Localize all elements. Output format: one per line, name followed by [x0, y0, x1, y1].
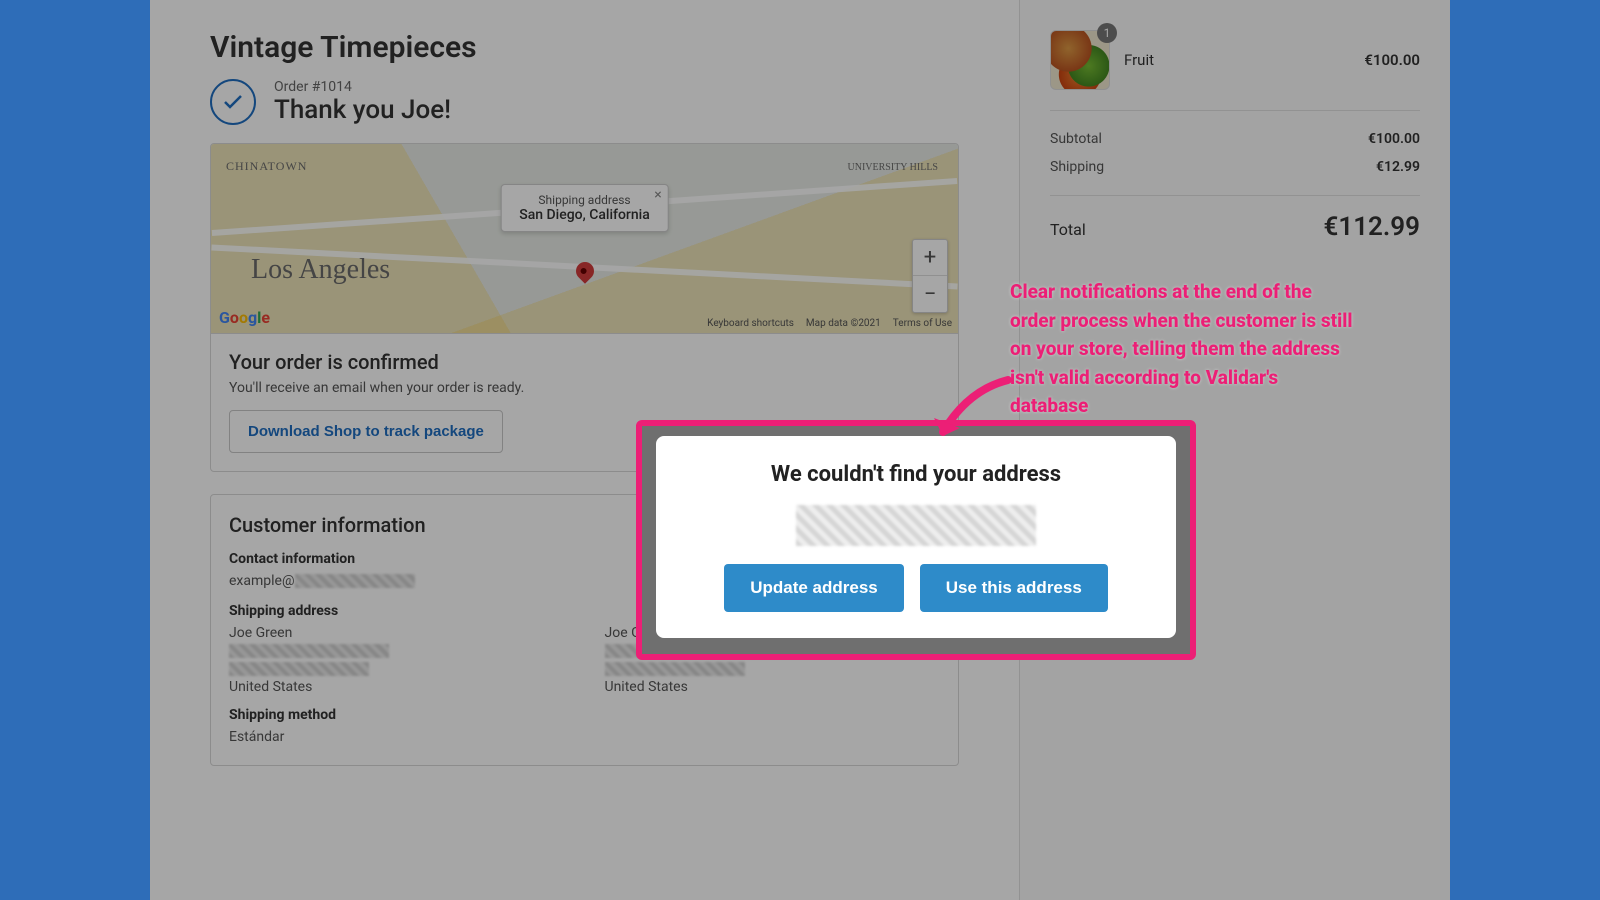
order-header: Order #1014 Thank you Joe! — [210, 79, 959, 125]
map-zoom-controls: + − — [912, 239, 948, 313]
cart-item: 1 Fruit €100.00 — [1050, 30, 1420, 111]
order-number: Order #1014 — [274, 79, 451, 95]
product-thumbnail: 1 — [1050, 30, 1110, 90]
map-tooltip: × Shipping address San Diego, California — [500, 184, 669, 232]
redacted-text — [295, 574, 415, 588]
product-price: €100.00 — [1364, 51, 1420, 69]
map-shortcuts-link[interactable]: Keyboard shortcuts — [707, 318, 794, 329]
tooltip-title: Shipping address — [519, 193, 650, 207]
map-terms-link[interactable]: Terms of Use — [893, 318, 952, 329]
total-value: €112.99 — [1323, 212, 1420, 242]
shipping-method-label: Shipping method — [229, 707, 565, 723]
update-address-button[interactable]: Update address — [724, 564, 904, 612]
total-label: Total — [1050, 220, 1086, 239]
zoom-out-button[interactable]: − — [913, 276, 947, 312]
subtotal-label: Subtotal — [1050, 131, 1102, 147]
annotation-text: Clear notifications at the end of the or… — [1010, 278, 1360, 421]
close-icon[interactable]: × — [654, 187, 661, 203]
map-area-label: UNIVERSITY HILLS — [848, 162, 938, 173]
use-this-address-button[interactable]: Use this address — [920, 564, 1108, 612]
map-area-label: CHINATOWN — [226, 159, 307, 174]
subtotal-value: €100.00 — [1368, 131, 1420, 147]
confirmation-title: Your order is confirmed — [229, 350, 940, 374]
shipping-value: €12.99 — [1376, 159, 1420, 175]
zoom-in-button[interactable]: + — [913, 240, 947, 276]
address-validation-modal-highlight: We couldn't find your address Update add… — [636, 420, 1196, 660]
redacted-text — [229, 662, 369, 676]
customer-country: United States — [229, 679, 565, 695]
customer-country: United States — [605, 679, 941, 695]
shipping-method-value: Estándar — [229, 729, 565, 745]
address-validation-modal: We couldn't find your address Update add… — [656, 436, 1176, 638]
product-name: Fruit — [1124, 51, 1350, 69]
customer-name: Joe Green — [229, 625, 565, 641]
redacted-text — [229, 644, 389, 658]
map-data-label: Map data ©2021 — [806, 318, 881, 329]
shipping-label: Shipping — [1050, 159, 1104, 175]
shipping-map[interactable]: CHINATOWN UNIVERSITY HILLS Los Angeles ×… — [211, 144, 958, 334]
thank-you-text: Thank you Joe! — [274, 95, 451, 125]
download-shop-button[interactable]: Download Shop to track package — [229, 410, 503, 453]
shipping-address-label: Shipping address — [229, 603, 565, 619]
checkmark-icon — [210, 79, 256, 125]
confirmation-subtitle: You'll receive an email when your order … — [229, 380, 940, 396]
store-title: Vintage Timepieces — [210, 30, 959, 65]
redacted-address — [796, 505, 1036, 546]
map-pin-icon — [572, 258, 597, 283]
modal-title: We couldn't find your address — [771, 462, 1061, 487]
tooltip-location: San Diego, California — [519, 207, 650, 223]
map-city-label: Los Angeles — [251, 254, 390, 286]
quantity-badge: 1 — [1097, 23, 1117, 43]
redacted-text — [605, 662, 745, 676]
google-logo: Google — [219, 308, 270, 327]
